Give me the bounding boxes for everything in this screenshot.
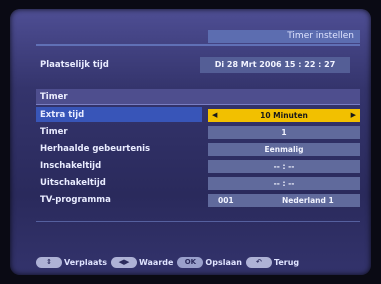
channel-name: Nederland 1	[282, 196, 334, 205]
up-down-arrows-icon: ⇕	[36, 256, 62, 268]
right-arrow-icon[interactable]: ▶	[351, 109, 356, 122]
row-label-tv-programma[interactable]: TV-programma	[40, 195, 111, 205]
uitschakeltijd-value[interactable]: -- : --	[208, 177, 360, 190]
extra-tijd-selector[interactable]: ◀ 10 Minuten ▶	[208, 109, 360, 122]
ok-button-icon: OK	[177, 256, 204, 268]
legend-save: OK Opslaan	[177, 256, 242, 268]
herhaalde-gebeurtenis-value[interactable]: Eenmalig	[208, 143, 360, 156]
legend-move-label: Verplaats	[64, 257, 107, 267]
menu-title: Timer instellen	[208, 30, 360, 43]
inschakeltijd-value[interactable]: -- : --	[208, 160, 360, 173]
section-header-timer: Timer	[36, 89, 360, 105]
left-arrow-icon[interactable]: ◀	[212, 109, 217, 122]
channel-number: 001	[218, 196, 234, 205]
extra-tijd-value: 10 Minuten	[260, 111, 308, 120]
legend-back: ↶ Terug	[245, 256, 300, 268]
legend-move: ⇕ Verplaats	[36, 256, 107, 268]
row-label-uitschakeltijd[interactable]: Uitschakeltijd	[40, 178, 106, 188]
legend-save-label: Opslaan	[205, 257, 242, 267]
legend-value: ◀▶ Waarde	[110, 256, 174, 268]
local-time-value: Di 28 Mrt 2006 15 : 22 : 27	[200, 57, 350, 73]
button-legend: ⇕ Verplaats ◀▶ Waarde OK Opslaan ↶ Terug	[36, 256, 303, 268]
tv-screen: Timer instellen Plaatselijk tijd Di 28 M…	[10, 9, 371, 275]
timer-value[interactable]: 1	[208, 126, 360, 139]
left-right-arrows-icon: ◀▶	[110, 256, 137, 268]
local-time-label: Plaatselijk tijd	[40, 60, 109, 70]
back-arrow-icon: ↶	[245, 256, 272, 268]
row-label-extra-tijd[interactable]: Extra tijd	[40, 110, 84, 120]
row-label-inschakeltijd[interactable]: Inschakeltijd	[40, 161, 101, 171]
tv-programma-value[interactable]: 001 Nederland 1	[208, 194, 360, 207]
row-label-timer[interactable]: Timer	[40, 127, 68, 137]
header-divider	[36, 44, 360, 46]
legend-back-label: Terug	[273, 257, 300, 267]
footer-divider	[36, 221, 360, 222]
row-label-herhaalde-gebeurtenis[interactable]: Herhaalde gebeurtenis	[40, 144, 150, 154]
legend-value-label: Waarde	[138, 257, 174, 267]
